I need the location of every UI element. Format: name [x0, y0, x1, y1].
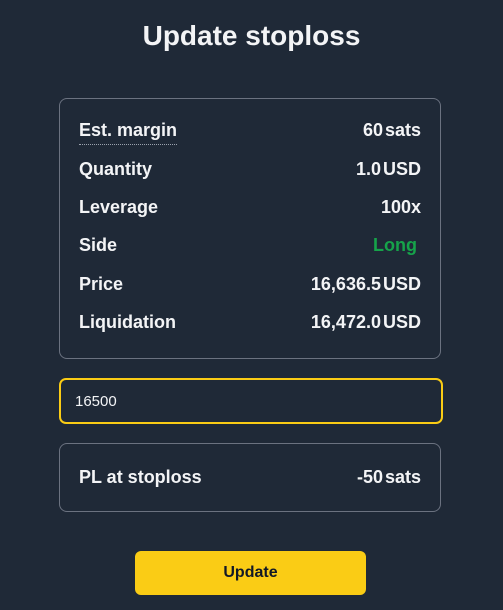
- est-margin-number: 60: [362, 119, 383, 140]
- position-details-card: Est. margin 60 sats Quantity 1.0 USD Lever…: [59, 98, 441, 359]
- side-row: Side Long: [79, 232, 421, 258]
- pl-label: PL at stoploss: [79, 466, 202, 487]
- side-label: Side: [79, 234, 118, 255]
- est-margin-value: 60 sats: [363, 120, 421, 141]
- liquidation-row: Liquidation 16,472.0 USD: [79, 309, 421, 335]
- stoploss-input[interactable]: [61, 380, 441, 422]
- est-margin-unit: sats: [384, 119, 421, 140]
- pl-unit: sats: [384, 466, 421, 487]
- pl-number: -50: [356, 466, 383, 487]
- leverage-row: Leverage 100x: [79, 194, 421, 220]
- quantity-value: 1.0 USD: [356, 159, 421, 180]
- liquidation-number: 16,472.0: [310, 311, 381, 332]
- liquidation-value: 16,472.0 USD: [311, 312, 421, 333]
- update-button[interactable]: Update: [135, 551, 366, 595]
- liquidation-unit: USD: [382, 311, 421, 332]
- price-value: 16,636.5 USD: [311, 274, 421, 295]
- liquidation-label: Liquidation: [79, 311, 176, 332]
- quantity-row: Quantity 1.0 USD: [79, 156, 421, 182]
- price-label: Price: [79, 273, 124, 294]
- est-margin-row: Est. margin 60 sats: [79, 117, 421, 145]
- price-row: Price 16,636.5 USD: [79, 271, 421, 297]
- est-margin-label[interactable]: Est. margin: [79, 120, 178, 145]
- pl-row: PL at stoploss -50 sats: [79, 464, 421, 490]
- pl-value: -50 sats: [357, 467, 421, 488]
- side-value: Long: [373, 234, 417, 255]
- leverage-value: 100x: [380, 196, 421, 217]
- page-title: Update stoploss: [142, 20, 361, 51]
- quantity-number: 1.0: [355, 158, 381, 179]
- stoploss-input-wrapper: [59, 378, 443, 424]
- quantity-label: Quantity: [79, 158, 153, 179]
- price-unit: USD: [382, 273, 421, 294]
- leverage-label: Leverage: [79, 196, 159, 217]
- price-number: 16,636.5: [310, 273, 381, 294]
- pl-card: PL at stoploss -50 sats: [59, 443, 441, 512]
- quantity-unit: USD: [382, 158, 421, 179]
